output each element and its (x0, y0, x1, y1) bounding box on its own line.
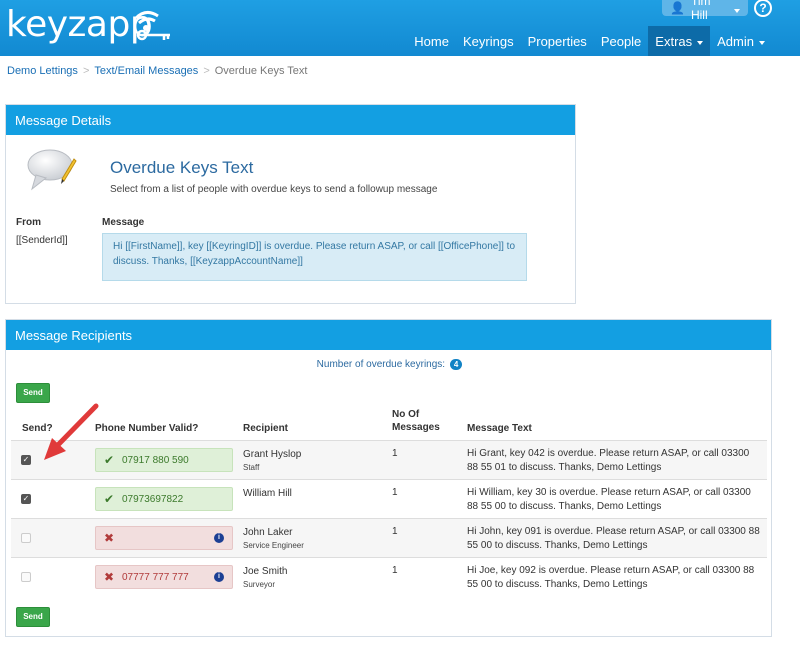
col-phone-valid: Phone Number Valid? (95, 423, 199, 434)
message-count: 1 (392, 526, 398, 537)
cross-icon: ✖ (104, 531, 115, 545)
recipient-name: William Hill (243, 488, 292, 499)
phone-invalid-box: ✖ 07777 777 777 i (95, 565, 233, 589)
phone-invalid-box: ✖ i (95, 526, 233, 550)
speech-bubble-icon (27, 149, 77, 191)
page-title: Overdue Keys Text (110, 158, 254, 177)
overdue-count-label: Number of overdue keyrings: (316, 359, 446, 370)
page-subtitle: Select from a list of people with overdu… (110, 184, 438, 195)
check-icon: ✔ (104, 453, 115, 467)
send-checkbox (21, 533, 31, 543)
recipient-cell: William Hill (243, 487, 292, 500)
phone-number: 07973697822 (122, 493, 184, 505)
send-checkbox (21, 572, 31, 582)
breadcrumb: Demo Lettings > Text/Email Messages > Ov… (7, 65, 307, 77)
message-label: Message (102, 217, 145, 228)
nav-item-admin[interactable]: Admin (710, 26, 772, 56)
recipient-cell: Grant Hyslop Staff (243, 448, 301, 474)
recipient-name: Joe Smith (243, 566, 288, 577)
recipient-role: Surveyor (243, 580, 276, 589)
user-menu[interactable]: 👤 Tim Hill (662, 0, 748, 22)
from-value: [[SenderId]] (16, 235, 68, 246)
send-checkbox[interactable]: ✓ (21, 494, 31, 504)
nav-item-extras[interactable]: Extras (648, 26, 711, 56)
recipient-name: John Laker (243, 527, 293, 538)
phone-valid-box: ✔ 07917 880 590 (95, 448, 233, 472)
wifi-key-logo-icon (134, 11, 170, 41)
from-label: From (16, 217, 41, 228)
recipient-role: Staff (243, 463, 260, 472)
info-icon[interactable]: i (214, 533, 224, 543)
send-button-top[interactable]: Send (16, 383, 50, 403)
recipient-role: Service Engineer (243, 541, 304, 550)
nav-item-home[interactable]: Home (407, 26, 456, 56)
chevron-down-icon (734, 9, 740, 13)
breadcrumb-current: Overdue Keys Text (214, 65, 308, 77)
col-message-text: Message Text (467, 423, 532, 434)
cross-icon: ✖ (104, 570, 115, 584)
nav-item-label: Home (414, 34, 449, 49)
message-text: Hi William, key 30 is overdue. Please re… (467, 487, 751, 512)
message-recipients-panel: Message Recipients Number of overdue key… (5, 319, 772, 637)
user-name: Tim Hill (690, 0, 711, 22)
message-text: Hi Joe, key 092 is overdue. Please retur… (467, 565, 755, 590)
message-details-panel: Message Details Overdue Keys Text Select… (5, 104, 576, 304)
overdue-count-badge: 4 (449, 359, 463, 370)
breadcrumb-demo-lettings[interactable]: Demo Lettings (7, 65, 78, 77)
recipient-cell: Joe Smith Surveyor (243, 565, 287, 591)
nav-item-label: People (600, 34, 642, 49)
nav-item-label: Extras (655, 34, 693, 49)
table-row: ✓ ✔ 07917 880 590 Grant Hyslop Staff 1 Hi Gran… (11, 440, 767, 479)
nav-item-label: Keyrings (462, 34, 514, 49)
nav-item-label: Properties (527, 34, 587, 49)
phone-number: 07917 880 590 (122, 454, 189, 466)
overdue-count: Number of overdue keyrings: 4 (6, 359, 773, 370)
col-send: Send? (22, 423, 53, 434)
nav-item-properties[interactable]: Properties (521, 26, 594, 56)
message-count: 1 (392, 487, 398, 498)
send-button-bottom[interactable]: Send (16, 607, 50, 627)
message-text: Hi John, key 091 is overdue. Please retu… (467, 526, 760, 551)
send-checkbox[interactable]: ✓ (21, 455, 31, 465)
panel-heading: Message Details (6, 105, 575, 135)
table-row: ✖ i John Laker Service Engineer 1 Hi John, ke… (11, 518, 767, 557)
breadcrumb-messages[interactable]: Text/Email Messages (94, 65, 198, 77)
breadcrumb-separator: > (82, 65, 90, 77)
nav-item-keyrings[interactable]: Keyrings (456, 26, 521, 56)
message-template: Hi [[FirstName]], key [[KeyringID]] is o… (102, 233, 527, 281)
user-icon: 👤 (670, 0, 685, 15)
message-count: 1 (392, 565, 398, 576)
main-nav: Home Keyrings Properties People Extras Admin (407, 26, 772, 56)
chevron-down-icon (697, 41, 704, 45)
col-no-messages: No Of Messages (392, 409, 440, 433)
nav-item-people[interactable]: People (594, 26, 648, 56)
top-header: keyzapp 👤 Tim Hill ? Home Keyrings Propert… (0, 0, 800, 56)
message-count: 1 (392, 448, 398, 459)
breadcrumb-separator: > (203, 65, 210, 77)
check-icon: ✔ (104, 492, 115, 506)
chevron-down-icon (759, 41, 765, 45)
recipient-name: Grant Hyslop (243, 449, 302, 460)
panel-heading: Message Recipients (6, 320, 771, 350)
phone-valid-box: ✔ 07973697822 (95, 487, 233, 511)
message-text: Hi Grant, key 042 is overdue. Please ret… (467, 448, 750, 473)
table-row: ✖ 07777 777 777 i Joe Smith Surveyor 1 Hi Joe,… (11, 557, 767, 596)
table-row: ✓ ✔ 07973697822 William Hill 1 Hi William, ke… (11, 479, 767, 518)
help-icon[interactable]: ? (754, 0, 772, 17)
recipient-cell: John Laker Service Engineer (243, 526, 304, 552)
col-recipient: Recipient (243, 423, 289, 434)
info-icon[interactable]: i (214, 572, 224, 582)
phone-number: 07777 777 777 (122, 571, 189, 583)
nav-item-label: Admin (717, 34, 754, 49)
